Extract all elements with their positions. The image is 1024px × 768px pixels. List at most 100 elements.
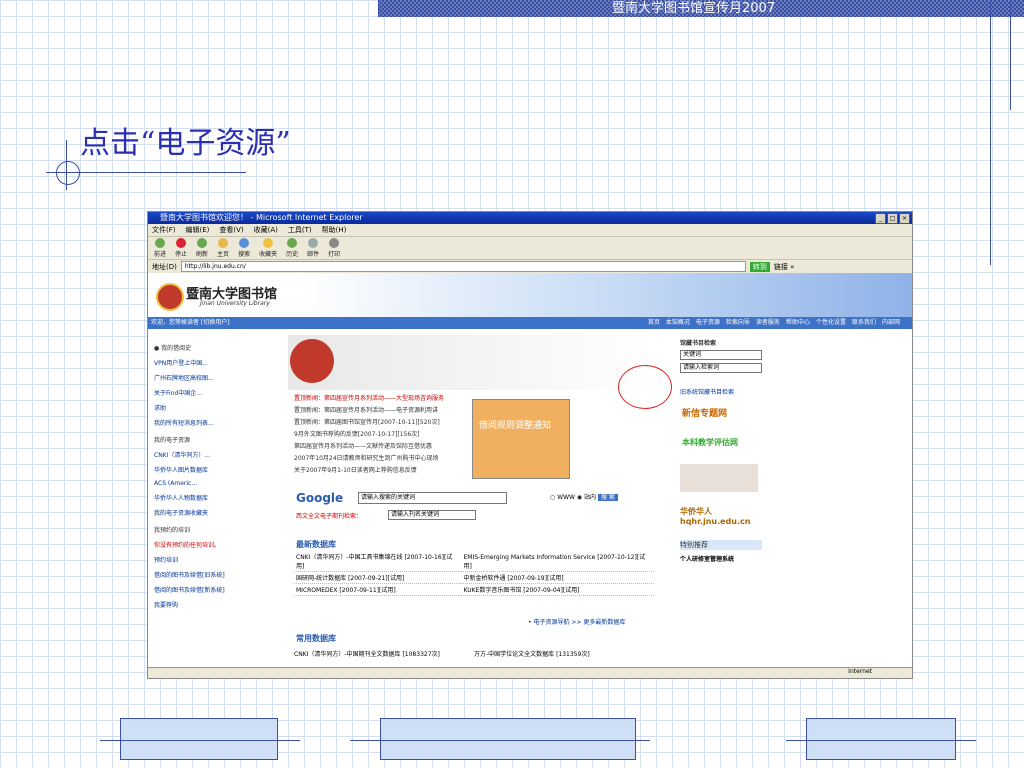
decor-circle: [56, 161, 80, 185]
decor-box: [806, 718, 956, 760]
section-heading: 我的电子资源: [154, 437, 191, 444]
stop-icon: [176, 238, 187, 248]
popup-notice[interactable]: 借阅规则调整通知: [472, 399, 570, 479]
recommend-box-title: 特别推荐: [680, 540, 762, 550]
banner: [288, 335, 656, 390]
old-catalog-link[interactable]: 旧系统馆藏书目检索: [680, 387, 762, 396]
decor-line: [990, 0, 991, 265]
sidebar-link[interactable]: 华侨华人人物数据库: [154, 493, 258, 502]
common-db-title: 常用数据库: [296, 634, 336, 643]
decor-box: [380, 718, 636, 760]
decor-line: [100, 740, 300, 741]
journal-input[interactable]: 请输入刊名关键词: [388, 510, 476, 520]
search-input[interactable]: 请输入搜索的关键词: [358, 492, 507, 504]
menu-tools[interactable]: 工具(T): [288, 224, 312, 236]
nav-about[interactable]: 本馆概况: [666, 317, 690, 329]
nav-e-resources[interactable]: 电子资源: [696, 317, 720, 329]
nav-search-guide[interactable]: 检索向导: [726, 317, 750, 329]
refresh-button[interactable]: 刷新: [196, 238, 208, 258]
sidebar-link[interactable]: 关于Find中国企...: [154, 388, 258, 397]
browser-screenshot: 暨南大学图书馆欢迎您！ - Microsoft Internet Explore…: [147, 211, 913, 679]
search-submit-button[interactable]: 搜 索: [597, 494, 618, 501]
slide-header-text: 暨南大学图书馆宣传月2007: [612, 1, 776, 16]
decor-line: [786, 740, 976, 741]
sidebar-link[interactable]: 我要荐购: [154, 600, 258, 609]
nav-reader-service[interactable]: 读者服务: [756, 317, 780, 329]
radio-site[interactable]: 站内: [584, 494, 596, 501]
section-heading: ● 我的借阅史: [154, 345, 192, 352]
db-link[interactable]: CNKI（清华同方）-中国工具书集锦在线 [2007-10-16][试用]: [294, 551, 462, 572]
sidebar-link[interactable]: CNKI（清华同方）...: [154, 450, 258, 459]
menu-file[interactable]: 文件(F): [152, 224, 176, 236]
db-nav-link[interactable]: • 电子资源导航 >> 更多最新数据库: [528, 617, 625, 626]
catalog-search-title: 馆藏书目检索: [680, 340, 717, 347]
menu-edit[interactable]: 编辑(E): [186, 224, 210, 236]
sidebar-link[interactable]: 我的电子资源收藏夹: [154, 508, 258, 517]
close-icon[interactable]: ×: [899, 213, 910, 224]
db-link[interactable]: EMIS-Emerging Markets Information Servic…: [461, 551, 654, 572]
db-link[interactable]: 中新金桥软件通 [2007-09-19][试用]: [461, 571, 654, 584]
catalog-search-input[interactable]: 请输入检索词: [680, 363, 762, 373]
home-button[interactable]: 主页: [217, 238, 229, 258]
maximize-icon[interactable]: □: [887, 213, 898, 224]
highlight-circle: [618, 365, 672, 409]
history-icon: [287, 238, 298, 248]
db-link[interactable]: KUKE数字音乐图书馆 [2007-09-04][试用]: [461, 583, 654, 596]
nav-personal-settings[interactable]: 个性化设置: [816, 317, 846, 329]
radio-www[interactable]: WWW: [557, 494, 575, 501]
main-content: 置顶新闻：第四届宣传月系列活动——大型现场咨询服务 置顶新闻：第四届宣传月系列活…: [288, 335, 656, 665]
status-zone: Internet: [848, 668, 872, 675]
sidebar-link[interactable]: 求助: [154, 403, 258, 412]
banner-seal: [290, 339, 334, 383]
recommend-link[interactable]: 个人研修室管理系统: [680, 554, 762, 563]
window-title: 暨南大学图书馆欢迎您！ - Microsoft Internet Explore…: [160, 213, 363, 222]
address-label: 地址(D): [152, 262, 177, 271]
menu-bar: 文件(F) 编辑(E) 查看(V) 收藏(A) 工具(T) 帮助(H): [148, 224, 912, 237]
left-sidebar: ● 我的借阅史 VPN用户登上中国... 广州石牌地区高校图... 关于Find…: [150, 335, 258, 665]
db-link[interactable]: MICROMEDEX [2007-09-11][试用]: [294, 583, 462, 596]
menu-help[interactable]: 帮助(H): [322, 224, 347, 236]
window-titlebar: 暨南大学图书馆欢迎您！ - Microsoft Internet Explore…: [148, 212, 912, 224]
nav-intranet[interactable]: 内部网: [882, 317, 900, 329]
site-navbar: 欢迎，您等候读者 [切换用户] 首页 本馆概况 电子资源 检索向导 读者服务 帮…: [148, 317, 912, 329]
menu-favorites[interactable]: 收藏(A): [254, 224, 278, 236]
library-logo: [156, 283, 184, 311]
search-type-select[interactable]: 关键词: [680, 350, 762, 360]
minimize-icon[interactable]: _: [875, 213, 886, 224]
welcome-text: 欢迎，您等候读者 [切换用户]: [151, 319, 230, 326]
promo-link[interactable]: 本科教学评估网: [682, 437, 762, 448]
web-page: 暨南大学图书馆 Jinan University Library 欢迎，您等候读…: [148, 273, 912, 668]
forward-button[interactable]: 前进: [154, 238, 166, 258]
sidebar-link[interactable]: 借阅的图书及续借[旧系统]: [154, 570, 258, 579]
sidebar-link[interactable]: VPN用户登上中国...: [154, 358, 258, 367]
db-link[interactable]: 万方-中国学位论文全文数据库 [131359次]: [474, 649, 590, 658]
sidebar-text: 你没有预约的任何培训。: [154, 542, 221, 549]
promo-image[interactable]: [680, 464, 758, 492]
mail-button[interactable]: 邮件: [307, 238, 319, 258]
db-link[interactable]: 国研网-统计数据库 [2007-09-21][试用]: [294, 571, 462, 584]
search-button[interactable]: 搜索: [238, 238, 250, 258]
journal-label: 西文全文电子期刊检索：: [296, 513, 363, 520]
sidebar-link[interactable]: ACS (Americ...: [154, 480, 258, 487]
history-button[interactable]: 历史: [286, 238, 298, 258]
db-link[interactable]: CNKI（清华同方）-中国期刊全文数据库 [1083327次]: [294, 649, 440, 658]
sidebar-link[interactable]: 借阅的图书及续借[新系统]: [154, 585, 258, 594]
promo-link[interactable]: 华侨华人 hqhr.jnu.edu.cn: [680, 506, 762, 526]
stop-button[interactable]: 停止: [175, 238, 187, 258]
table-row: CNKI（清华同方）-中国工具书集锦在线 [2007-10-16][试用] EM…: [294, 551, 654, 572]
sidebar-link[interactable]: 广州石牌地区高校图...: [154, 373, 258, 382]
sidebar-link[interactable]: 华侨华人图片数据库: [154, 465, 258, 474]
sidebar-link[interactable]: 我的所有短消息列表...: [154, 418, 258, 427]
links-button[interactable]: 链接 »: [774, 262, 795, 272]
promo-link[interactable]: 新信专题网: [682, 406, 762, 419]
menu-view[interactable]: 查看(V): [219, 224, 243, 236]
sidebar-link[interactable]: 预约培训: [154, 555, 258, 564]
favorites-button[interactable]: 收藏夹: [259, 238, 277, 258]
nav-help[interactable]: 帮助中心: [786, 317, 810, 329]
forward-icon: [155, 238, 165, 248]
go-button[interactable]: 转到: [749, 261, 770, 272]
print-button[interactable]: 打印: [328, 238, 340, 258]
nav-home[interactable]: 首页: [648, 317, 660, 329]
nav-contact[interactable]: 联系我们: [852, 317, 876, 329]
address-input[interactable]: http://lib.jnu.edu.cn/: [180, 261, 746, 272]
